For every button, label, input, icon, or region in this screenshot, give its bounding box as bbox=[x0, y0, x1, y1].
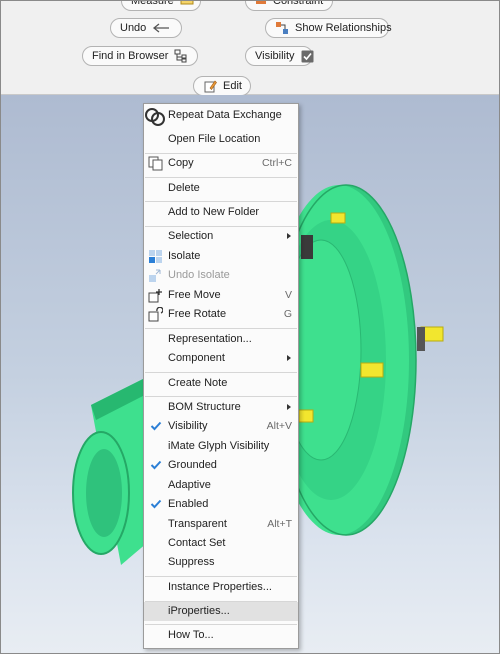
free-rotate-icon bbox=[148, 306, 164, 322]
menu-item-free-move[interactable]: Free Move V bbox=[144, 286, 298, 305]
checkbox-checked-icon[interactable] bbox=[301, 50, 314, 63]
find-in-browser-label: Find in Browser bbox=[92, 50, 169, 62]
menu-item-isolate[interactable]: Isolate bbox=[144, 247, 298, 266]
menu-shortcut: G bbox=[283, 308, 292, 320]
menu-label: Free Move bbox=[168, 289, 221, 301]
menu-item-representation[interactable]: Representation... bbox=[144, 330, 298, 349]
edit-label: Edit bbox=[223, 80, 242, 92]
edit-pencil-icon bbox=[203, 79, 217, 93]
menu-item-imate-glyph-visibility[interactable]: iMate Glyph Visibility bbox=[144, 437, 298, 456]
show-relationships-button[interactable]: Show Relationships bbox=[265, 18, 392, 38]
menu-label: Repeat Data Exchange bbox=[168, 109, 282, 121]
menu-label: Representation... bbox=[168, 333, 252, 345]
menu-label: Undo Isolate bbox=[168, 269, 230, 281]
menu-item-copy[interactable]: Copy Ctrl+C bbox=[144, 154, 298, 173]
checkmark-icon bbox=[150, 420, 162, 435]
menu-label: BOM Structure bbox=[168, 401, 241, 413]
checkmark-icon bbox=[150, 459, 162, 474]
menu-separator bbox=[145, 576, 297, 577]
constraint-label: Constraint bbox=[273, 0, 324, 7]
undo-arrow-icon bbox=[152, 22, 172, 34]
menu-item-bom-structure[interactable]: BOM Structure bbox=[144, 398, 298, 417]
undo-isolate-icon bbox=[148, 268, 163, 283]
isolate-icon bbox=[148, 249, 163, 264]
undo-label: Undo bbox=[120, 22, 147, 34]
menu-item-repeat-data-exchange[interactable]: Repeat Data Exchange bbox=[144, 106, 298, 128]
submenu-arrow-icon bbox=[287, 233, 291, 239]
menu-separator bbox=[145, 624, 297, 625]
menu-item-open-file-location[interactable]: Open File Location bbox=[144, 130, 298, 149]
menu-item-component[interactable]: Component bbox=[144, 349, 298, 368]
menu-label: Create Note bbox=[168, 377, 228, 389]
menu-item-transparent[interactable]: Transparent Alt+T bbox=[144, 515, 298, 534]
checkmark-icon bbox=[150, 498, 162, 513]
menu-label: Adaptive bbox=[168, 479, 211, 491]
visibility-button[interactable]: Visibility bbox=[245, 46, 314, 66]
menu-label: iProperties... bbox=[168, 605, 230, 617]
edit-button[interactable]: Edit bbox=[193, 76, 251, 96]
measure-label: Measure bbox=[131, 0, 174, 7]
menu-item-contact-set[interactable]: Contact Set bbox=[144, 534, 298, 553]
undo-button[interactable]: Undo bbox=[110, 18, 182, 38]
menu-label: Visibility bbox=[168, 420, 208, 432]
relationships-icon bbox=[275, 21, 289, 35]
menu-label: Free Rotate bbox=[168, 308, 227, 320]
find-in-browser-button[interactable]: Find in Browser bbox=[82, 46, 198, 66]
submenu-arrow-icon bbox=[287, 404, 291, 410]
show-relationships-label: Show Relationships bbox=[295, 22, 392, 34]
menu-shortcut: Alt+V bbox=[266, 420, 292, 432]
menu-label: Copy bbox=[168, 157, 194, 169]
menu-label: Delete bbox=[168, 182, 200, 194]
menu-label: iMate Glyph Visibility bbox=[168, 440, 270, 452]
menu-item-visibility[interactable]: Visibility Alt+V bbox=[144, 417, 298, 436]
menu-separator bbox=[145, 177, 297, 178]
marking-menu-area: Measure Constraint Undo Show Relationshi… bbox=[1, 0, 499, 96]
menu-label: Open File Location bbox=[168, 133, 261, 145]
menu-separator bbox=[145, 372, 297, 373]
menu-label: Isolate bbox=[168, 250, 201, 262]
menu-label: Transparent bbox=[168, 518, 227, 530]
menu-item-adaptive[interactable]: Adaptive bbox=[144, 476, 298, 495]
menu-item-suppress[interactable]: Suppress bbox=[144, 553, 298, 572]
menu-label: Component bbox=[168, 352, 225, 364]
menu-shortcut: Ctrl+C bbox=[261, 157, 292, 169]
context-menu: Repeat Data Exchange Open File Location … bbox=[143, 103, 299, 649]
data-exchange-icon bbox=[144, 106, 166, 128]
menu-item-enabled[interactable]: Enabled bbox=[144, 495, 298, 514]
menu-label: Instance Properties... bbox=[168, 581, 272, 593]
menu-item-selection[interactable]: Selection bbox=[144, 227, 298, 246]
menu-label: Add to New Folder bbox=[168, 206, 260, 218]
submenu-arrow-icon bbox=[287, 355, 291, 361]
browser-tree-icon bbox=[174, 49, 188, 63]
menu-label: Suppress bbox=[168, 556, 215, 568]
menu-item-create-note[interactable]: Create Note bbox=[144, 374, 298, 393]
menu-item-free-rotate[interactable]: Free Rotate G bbox=[144, 305, 298, 324]
ruler-icon bbox=[180, 1, 194, 6]
menu-shortcut: V bbox=[284, 289, 292, 301]
menu-label: Enabled bbox=[168, 498, 209, 510]
menu-item-delete[interactable]: Delete bbox=[144, 179, 298, 198]
constraint-icon bbox=[255, 1, 267, 6]
menu-separator bbox=[145, 396, 297, 397]
visibility-label: Visibility bbox=[255, 50, 295, 62]
copy-icon bbox=[148, 156, 163, 171]
menu-separator bbox=[145, 201, 297, 202]
measure-button[interactable]: Measure bbox=[121, 0, 201, 11]
menu-separator bbox=[145, 328, 297, 329]
constraint-button[interactable]: Constraint bbox=[245, 0, 333, 11]
application-window: Measure Constraint Undo Show Relationshi… bbox=[0, 0, 500, 654]
menu-item-grounded[interactable]: Grounded bbox=[144, 456, 298, 475]
menu-label: Selection bbox=[168, 230, 214, 242]
menu-item-how-to[interactable]: How To... bbox=[144, 626, 298, 645]
menu-shortcut: Alt+T bbox=[267, 518, 292, 530]
menu-item-instance-properties[interactable]: Instance Properties... bbox=[144, 578, 298, 597]
menu-item-iproperties[interactable]: iProperties... bbox=[144, 602, 298, 621]
menu-item-add-to-new-folder[interactable]: Add to New Folder bbox=[144, 203, 298, 222]
menu-label: How To... bbox=[168, 629, 214, 641]
menu-label: Contact Set bbox=[168, 537, 226, 549]
menu-item-undo-isolate: Undo Isolate bbox=[144, 266, 298, 285]
free-move-icon bbox=[148, 288, 163, 303]
menu-label: Grounded bbox=[168, 459, 217, 471]
